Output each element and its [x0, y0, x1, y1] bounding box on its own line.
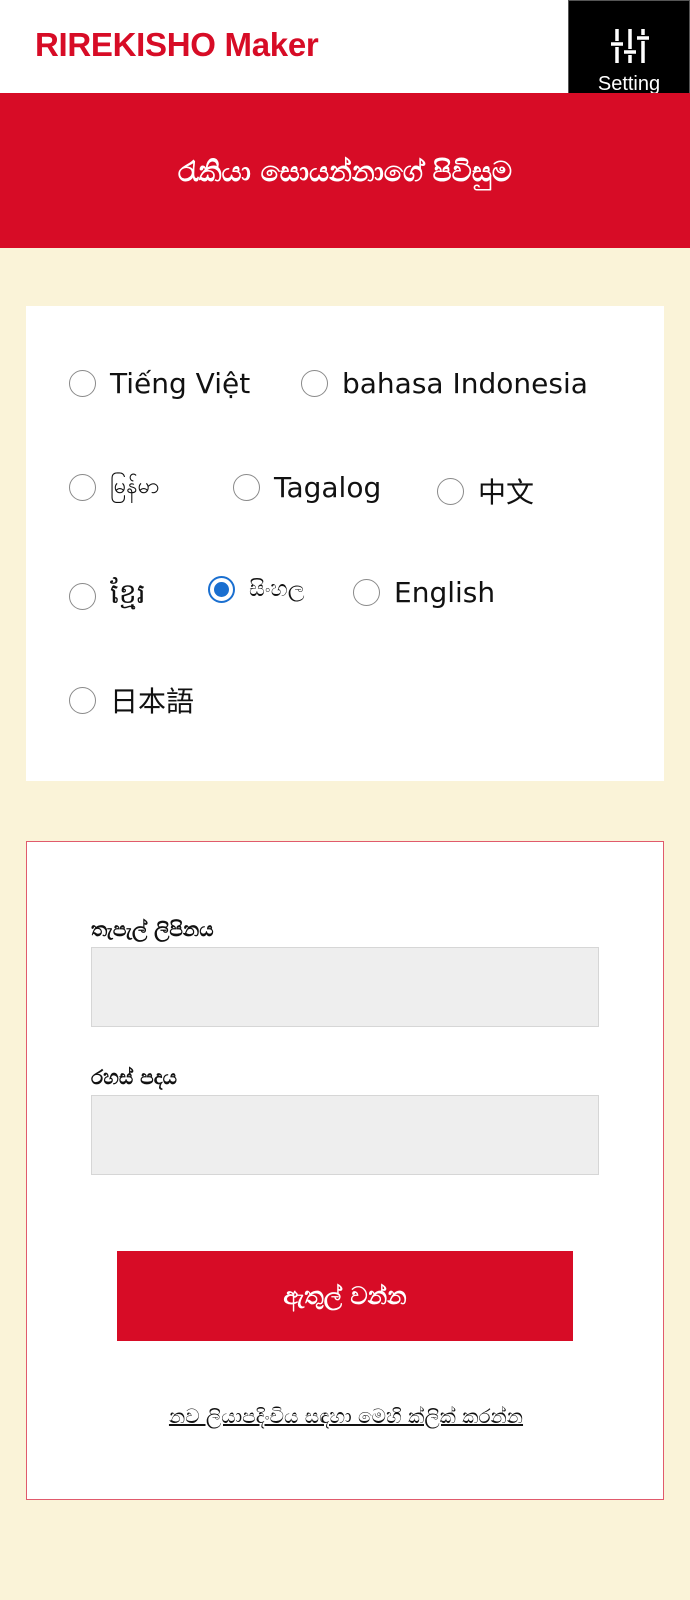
- page-title: රැකියා සොයන්නාගේ පිවිසුම: [178, 155, 512, 188]
- lang-option-sinhala[interactable]: සිංහල: [208, 576, 305, 603]
- lang-label-vietnamese: Tiếng Việt: [110, 367, 251, 400]
- radio-english[interactable]: [353, 579, 380, 606]
- radio-tagalog[interactable]: [233, 474, 260, 501]
- radio-khmer[interactable]: [69, 583, 96, 610]
- lang-option-english[interactable]: English: [353, 576, 495, 609]
- lang-option-burmese[interactable]: မြန်မာ: [69, 471, 159, 504]
- radio-vietnamese[interactable]: [69, 370, 96, 397]
- lang-option-indonesian[interactable]: bahasa Indonesia: [301, 367, 588, 400]
- lang-label-sinhala: සිංහල: [249, 577, 305, 602]
- lang-label-english: English: [394, 576, 496, 609]
- email-label: තැපැල් ලිපිනය: [91, 917, 214, 941]
- lang-label-tagalog: Tagalog: [274, 471, 382, 504]
- language-selector: Tiếng Việt bahasa Indonesia မြန်မာ Tagal…: [26, 306, 664, 781]
- lang-option-khmer[interactable]: ខ្មែរ: [69, 576, 146, 617]
- lang-label-khmer: ខ្មែរ: [110, 577, 146, 610]
- lang-option-vietnamese[interactable]: Tiếng Việt: [69, 367, 250, 400]
- radio-chinese[interactable]: [437, 477, 464, 505]
- lang-option-japanese[interactable]: 日本語: [69, 680, 194, 720]
- lang-label-chinese: 中文: [478, 476, 535, 509]
- register-link[interactable]: නව ලියාපදිංචිය සඳහා මෙහි ක්ලික් කරන්න: [27, 1404, 665, 1428]
- lang-label-japanese: 日本語: [110, 685, 195, 718]
- radio-burmese[interactable]: [69, 474, 96, 501]
- password-field[interactable]: [91, 1095, 599, 1175]
- password-label: රහස් පදය: [91, 1065, 177, 1089]
- brand-logo[interactable]: RIREKISHO Maker: [35, 26, 319, 64]
- login-form: තැපැල් ලිපිනය රහස් පදය ඇතුල් වන්න නව ලිය…: [26, 841, 664, 1500]
- radio-indonesian[interactable]: [301, 370, 328, 397]
- lang-option-tagalog[interactable]: Tagalog: [233, 471, 381, 504]
- page-banner: රැකියා සොයන්නාගේ පිවිසුම: [0, 93, 690, 248]
- email-field[interactable]: [91, 947, 599, 1027]
- lang-label-indonesian: bahasa Indonesia: [342, 367, 588, 400]
- lang-option-chinese[interactable]: 中文: [437, 471, 534, 511]
- login-button[interactable]: ඇතුල් වන්න: [117, 1251, 573, 1341]
- sliders-icon: [611, 29, 649, 63]
- lang-label-burmese: မြန်မာ: [110, 474, 160, 499]
- radio-sinhala[interactable]: [208, 576, 235, 603]
- radio-japanese[interactable]: [69, 686, 96, 714]
